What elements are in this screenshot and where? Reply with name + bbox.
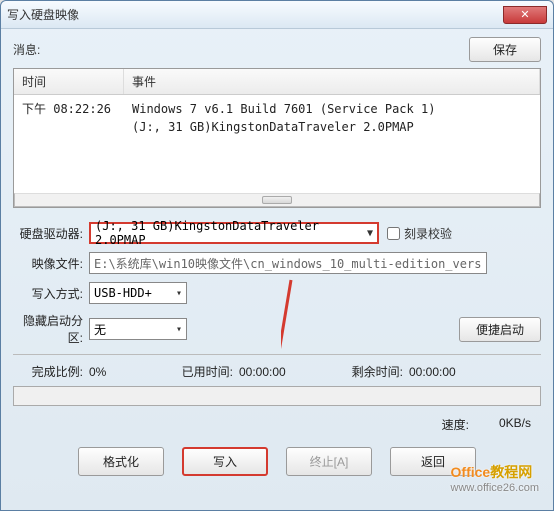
elapsed-label: 已用时间: xyxy=(179,363,239,380)
chevron-down-icon: ▾ xyxy=(176,288,182,299)
row-hidden: 隐藏启动分区: 无 ▾ 便捷启动 xyxy=(13,312,541,346)
dialog-window: 写入硬盘映像 ✕ 消息: 保存 时间 事件 下午 08:22:26 Window… xyxy=(0,0,554,511)
row-drive: 硬盘驱动器: (J:, 31 GB)KingstonDataTraveler 2… xyxy=(13,222,541,244)
save-button[interactable]: 保存 xyxy=(469,37,541,62)
close-icon: ✕ xyxy=(520,8,529,21)
percent-value: 0% xyxy=(89,365,179,379)
method-select[interactable]: USB-HDD+ ▾ xyxy=(89,282,187,304)
hidden-value: 无 xyxy=(94,321,106,338)
content-area: 消息: 保存 时间 事件 下午 08:22:26 Windows 7 v6.1 … xyxy=(1,29,553,488)
cell-event: Windows 7 v6.1 Build 7601 (Service Pack … xyxy=(124,97,540,144)
method-value: USB-HDD+ xyxy=(94,286,152,300)
image-input[interactable] xyxy=(89,252,487,274)
drive-value: (J:, 31 GB)KingstonDataTraveler 2.0PMAP xyxy=(95,219,363,247)
grip-icon xyxy=(262,196,292,204)
row-method: 写入方式: USB-HDD+ ▾ xyxy=(13,282,541,304)
quickboot-button[interactable]: 便捷启动 xyxy=(459,317,541,342)
event-line: Windows 7 v6.1 Build 7601 (Service Pack … xyxy=(132,100,532,118)
titlebar: 写入硬盘映像 ✕ xyxy=(1,1,553,29)
elapsed-value: 00:00:00 xyxy=(239,365,339,379)
table-row[interactable]: 下午 08:22:26 Windows 7 v6.1 Build 7601 (S… xyxy=(14,95,540,146)
back-button[interactable]: 返回 xyxy=(390,447,476,476)
col-time[interactable]: 时间 xyxy=(14,69,124,94)
chevron-down-icon: ▾ xyxy=(176,324,182,335)
bottom-buttons: 格式化 写入 终止[A] 返回 xyxy=(13,443,541,480)
write-button[interactable]: 写入 xyxy=(182,447,268,476)
chevron-down-icon: ▼ xyxy=(367,228,373,239)
verify-label: 刻录校验 xyxy=(404,225,452,242)
progress-bar xyxy=(13,386,541,406)
resize-handle[interactable] xyxy=(14,193,540,207)
image-label: 映像文件: xyxy=(13,255,89,272)
verify-checkbox[interactable] xyxy=(387,227,400,240)
drive-label: 硬盘驱动器: xyxy=(13,225,89,242)
event-line: (J:, 31 GB)KingstonDataTraveler 2.0PMAP xyxy=(132,118,532,136)
abort-button: 终止[A] xyxy=(286,447,372,476)
close-button[interactable]: ✕ xyxy=(503,6,547,24)
percent-label: 完成比例: xyxy=(13,363,89,380)
speed-row: 速度: 0KB/s xyxy=(13,416,541,433)
remaining-label: 剩余时间: xyxy=(339,363,409,380)
log-table: 时间 事件 下午 08:22:26 Windows 7 v6.1 Build 7… xyxy=(13,68,541,208)
drive-select[interactable]: (J:, 31 GB)KingstonDataTraveler 2.0PMAP … xyxy=(89,222,379,244)
status-row: 完成比例: 0% 已用时间: 00:00:00 剩余时间: 00:00:00 xyxy=(13,363,541,380)
verify-checkbox-wrap[interactable]: 刻录校验 xyxy=(387,225,452,242)
table-header: 时间 事件 xyxy=(14,69,540,95)
top-row: 消息: 保存 xyxy=(13,37,541,62)
format-button[interactable]: 格式化 xyxy=(78,447,164,476)
method-label: 写入方式: xyxy=(13,285,89,302)
hidden-label: 隐藏启动分区: xyxy=(13,312,89,346)
divider xyxy=(13,354,541,355)
hidden-select[interactable]: 无 ▾ xyxy=(89,318,187,340)
window-title: 写入硬盘映像 xyxy=(7,6,503,23)
speed-label: 速度: xyxy=(442,416,469,433)
speed-value: 0KB/s xyxy=(499,416,531,433)
cell-time: 下午 08:22:26 xyxy=(14,97,124,144)
row-image: 映像文件: xyxy=(13,252,541,274)
col-event[interactable]: 事件 xyxy=(124,69,540,94)
messages-label: 消息: xyxy=(13,41,469,58)
remaining-value: 00:00:00 xyxy=(409,365,541,379)
form-area: 硬盘驱动器: (J:, 31 GB)KingstonDataTraveler 2… xyxy=(13,222,541,480)
